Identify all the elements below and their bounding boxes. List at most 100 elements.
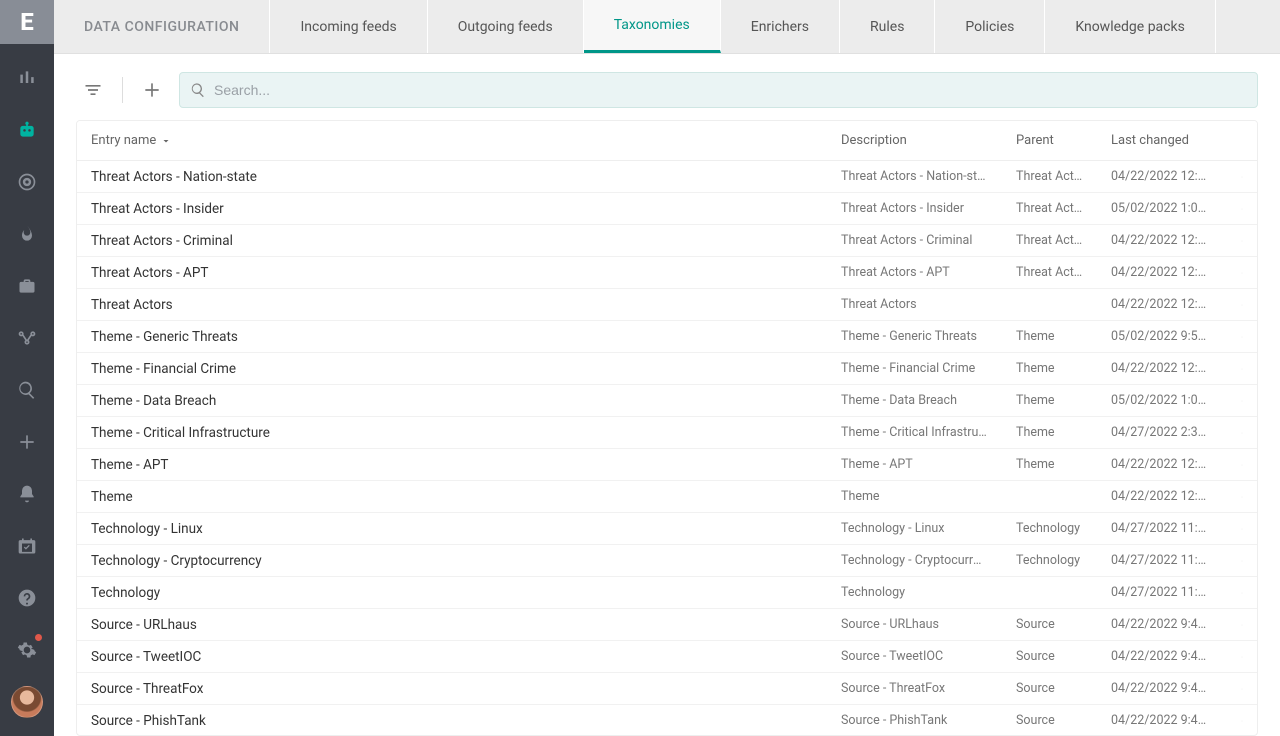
- row-actions-button[interactable]: [1227, 393, 1257, 409]
- column-header-parent[interactable]: Parent: [1002, 133, 1097, 148]
- table-row[interactable]: Technology - LinuxTechnology - LinuxTech…: [77, 513, 1257, 545]
- filter-button[interactable]: [76, 73, 110, 107]
- table-row[interactable]: Theme - Generic ThreatsTheme - Generic T…: [77, 321, 1257, 353]
- sidebar-item-fire[interactable]: [0, 208, 54, 260]
- help-icon: [17, 588, 37, 608]
- kebab-icon: [1241, 265, 1243, 281]
- column-header-description[interactable]: Description: [827, 133, 1002, 148]
- table-row[interactable]: Threat Actors - Nation-stateThreat Actor…: [77, 161, 1257, 193]
- cell-parent: Threat Actors: [1002, 233, 1097, 248]
- cell-name: Theme - Critical Infrastructure: [77, 425, 827, 441]
- kebab-icon: [1241, 489, 1243, 505]
- target-icon: [17, 172, 37, 192]
- column-header-name[interactable]: Entry name: [77, 133, 827, 148]
- tab-policies[interactable]: Policies: [935, 0, 1045, 53]
- sidebar-item-notifications[interactable]: [0, 468, 54, 520]
- sidebar-item-search[interactable]: [0, 364, 54, 416]
- chevron-down-icon: [160, 135, 172, 147]
- row-actions-button[interactable]: [1227, 713, 1257, 729]
- cell-name: Threat Actors - APT: [77, 265, 827, 281]
- row-actions-button[interactable]: [1227, 169, 1257, 185]
- table-row[interactable]: Threat Actors - APTThreat Actors - APTTh…: [77, 257, 1257, 289]
- cell-description: Threat Actors - Criminal: [827, 233, 1002, 248]
- row-actions-button[interactable]: [1227, 489, 1257, 505]
- row-actions-button[interactable]: [1227, 265, 1257, 281]
- sidebar-item-calendar[interactable]: [0, 520, 54, 572]
- plus-icon: [142, 80, 162, 100]
- table-row[interactable]: Theme - APTTheme - APTTheme04/22/2022 12…: [77, 449, 1257, 481]
- cell-last-changed: 05/02/2022 9:58 AM: [1097, 329, 1227, 344]
- tab-enrichers[interactable]: Enrichers: [721, 0, 840, 53]
- tab-bar: DATA CONFIGURATION Incoming feeds Outgoi…: [54, 0, 1280, 54]
- search-input[interactable]: [214, 82, 1247, 98]
- table-row[interactable]: TechnologyTechnology04/27/2022 11:59 AM: [77, 577, 1257, 609]
- table-row[interactable]: Source - URLhausSource - URLhausSource04…: [77, 609, 1257, 641]
- row-actions-button[interactable]: [1227, 457, 1257, 473]
- tab-rules[interactable]: Rules: [840, 0, 935, 53]
- cell-last-changed: 04/22/2022 12:34 PM: [1097, 489, 1227, 504]
- row-actions-button[interactable]: [1227, 425, 1257, 441]
- table-row[interactable]: Source - TweetIOCSource - TweetIOCSource…: [77, 641, 1257, 673]
- cell-name: Technology: [77, 585, 827, 601]
- cell-parent: Source: [1002, 649, 1097, 664]
- table-row[interactable]: Source - ThreatFoxSource - ThreatFoxSour…: [77, 673, 1257, 705]
- sidebar-item-graph[interactable]: [0, 312, 54, 364]
- table-row[interactable]: Threat Actors - CriminalThreat Actors - …: [77, 225, 1257, 257]
- tab-outgoing-feeds[interactable]: Outgoing feeds: [428, 0, 584, 53]
- row-actions-button[interactable]: [1227, 553, 1257, 569]
- add-button[interactable]: [135, 73, 169, 107]
- row-actions-button[interactable]: [1227, 681, 1257, 697]
- row-actions-button[interactable]: [1227, 201, 1257, 217]
- cell-description: Source - TweetIOC: [827, 649, 1002, 664]
- table-row[interactable]: Source - PhishTankSource - PhishTankSour…: [77, 705, 1257, 735]
- row-actions-button[interactable]: [1227, 329, 1257, 345]
- table-row[interactable]: Technology - CryptocurrencyTechnology - …: [77, 545, 1257, 577]
- sidebar-item-target[interactable]: [0, 156, 54, 208]
- sidebar-item-robot[interactable]: [0, 104, 54, 156]
- tab-incoming-feeds[interactable]: Incoming feeds: [270, 0, 427, 53]
- sidebar: E: [0, 0, 54, 736]
- sidebar-item-settings[interactable]: [0, 624, 54, 676]
- row-actions-button[interactable]: [1227, 297, 1257, 313]
- table-row[interactable]: ThemeTheme04/22/2022 12:34 PM: [77, 481, 1257, 513]
- column-header-last-changed[interactable]: Last changed: [1097, 133, 1227, 148]
- toolbar: [54, 54, 1280, 120]
- cell-name: Theme - Data Breach: [77, 393, 827, 409]
- logo[interactable]: E: [0, 0, 54, 44]
- filter-icon: [83, 80, 103, 100]
- graph-icon: [17, 328, 37, 348]
- table-row[interactable]: Threat Actors - InsiderThreat Actors - I…: [77, 193, 1257, 225]
- table-row[interactable]: Theme - Financial CrimeTheme - Financial…: [77, 353, 1257, 385]
- table-row[interactable]: Threat ActorsThreat Actors04/22/2022 12:…: [77, 289, 1257, 321]
- cell-description: Threat Actors - Insider: [827, 201, 1002, 216]
- row-actions-button[interactable]: [1227, 233, 1257, 249]
- row-actions-button[interactable]: [1227, 585, 1257, 601]
- settings-badge: [35, 634, 42, 641]
- sidebar-item-help[interactable]: [0, 572, 54, 624]
- sidebar-item-add[interactable]: [0, 416, 54, 468]
- sidebar-nav-top: [0, 44, 54, 468]
- table-row[interactable]: Theme - Critical InfrastructureTheme - C…: [77, 417, 1257, 449]
- search-box[interactable]: [179, 72, 1258, 108]
- kebab-icon: [1241, 201, 1243, 217]
- row-actions-button[interactable]: [1227, 649, 1257, 665]
- cell-parent: Source: [1002, 713, 1097, 728]
- avatar[interactable]: [11, 686, 43, 718]
- sidebar-item-briefcase[interactable]: [0, 260, 54, 312]
- cell-last-changed: 04/27/2022 2:30 PM: [1097, 425, 1227, 440]
- cell-description: Source - ThreatFox: [827, 681, 1002, 696]
- row-actions-button[interactable]: [1227, 617, 1257, 633]
- cell-name: Theme - APT: [77, 457, 827, 473]
- cell-description: Threat Actors - Nation-state: [827, 169, 1002, 184]
- cell-description: Theme - Financial Crime: [827, 361, 1002, 376]
- cell-parent: Theme: [1002, 457, 1097, 472]
- tab-knowledge-packs[interactable]: Knowledge packs: [1045, 0, 1215, 53]
- tab-taxonomies[interactable]: Taxonomies: [584, 0, 721, 53]
- cell-description: Theme - Generic Threats: [827, 329, 1002, 344]
- kebab-icon: [1241, 297, 1243, 313]
- cell-parent: Source: [1002, 681, 1097, 696]
- sidebar-item-dashboard[interactable]: [0, 52, 54, 104]
- row-actions-button[interactable]: [1227, 361, 1257, 377]
- table-row[interactable]: Theme - Data BreachTheme - Data BreachTh…: [77, 385, 1257, 417]
- row-actions-button[interactable]: [1227, 521, 1257, 537]
